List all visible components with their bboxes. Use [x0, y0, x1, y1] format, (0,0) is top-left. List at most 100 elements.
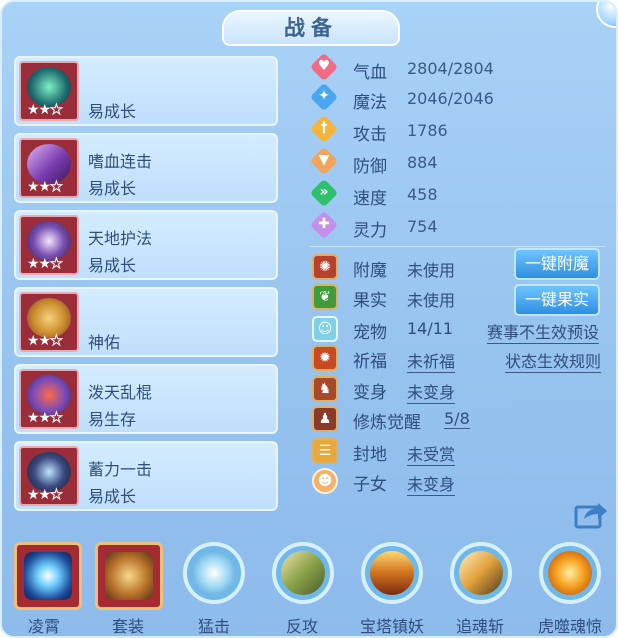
skill-label: 反攻	[286, 617, 319, 636]
fruit-icon: ❦	[312, 284, 338, 310]
skill-menji[interactable]	[183, 542, 245, 604]
extra-label: 宠物	[353, 323, 387, 343]
stat-label: 灵力	[353, 221, 387, 241]
fist-icon	[192, 551, 236, 595]
skill-baota[interactable]	[361, 542, 423, 604]
skill-attribute: 易成长	[88, 256, 137, 275]
skill-hushi[interactable]	[539, 542, 601, 604]
stat-label: 攻击	[353, 125, 387, 145]
counter-sword-icon	[281, 551, 325, 595]
pagoda-icon	[370, 551, 414, 595]
extra-value: 14/11	[407, 319, 454, 338]
extra-label: 附魔	[353, 261, 387, 281]
skill-label: 虎噬魂惊	[538, 617, 603, 636]
extra-label: 果实	[353, 291, 387, 311]
skill-card-6[interactable]: ★★★ 蓄力一击 易成长	[14, 441, 278, 511]
blessing-link[interactable]: 未祈福	[407, 348, 456, 373]
skill-orb-icon: ★★★	[19, 61, 79, 121]
skill-fangong[interactable]	[272, 542, 334, 604]
skill-zhuihun[interactable]	[450, 542, 512, 604]
heart-icon: ♥	[309, 52, 340, 84]
fief-scroll-icon: ☰	[312, 438, 338, 464]
stat-value: 884	[407, 153, 438, 172]
skill-name: 嗜血连击	[88, 152, 153, 171]
armor-set-icon	[105, 552, 153, 600]
skill-label: 宝塔镇妖	[360, 617, 425, 636]
blessing-icon: ✹	[312, 345, 338, 371]
extra-label: 封地	[353, 445, 387, 465]
chain-icon: ★★★	[19, 292, 79, 352]
child-icon: ☻	[312, 468, 338, 494]
stat-label: 魔法	[353, 93, 387, 113]
extra-label: 变身	[353, 383, 387, 403]
skill-name: 蓄力一击	[88, 460, 153, 479]
stat-value: 1786	[407, 121, 448, 140]
fief-link[interactable]: 未受赏	[407, 441, 456, 466]
stat-label: 气血	[353, 63, 387, 83]
enchant-icon: ✺	[312, 254, 338, 280]
skill-attribute: 易成长	[88, 102, 137, 121]
stat-label: 速度	[353, 189, 387, 209]
sword-icon: †	[309, 114, 340, 146]
extra-value: 未使用	[407, 291, 456, 310]
lingxiao-orb-icon	[24, 552, 72, 600]
skill-card-2[interactable]: ★★★ 嗜血连击 易成长	[14, 133, 278, 203]
skill-card-1[interactable]: ★★★ 易成长	[14, 56, 278, 126]
panel-title: 战备	[284, 16, 338, 40]
charge-strike-icon: ★★★	[19, 446, 79, 506]
skill-attribute: 易成长	[88, 179, 137, 198]
pet-avatar-icon: ☺	[312, 316, 338, 342]
extra-value: 未使用	[407, 261, 456, 280]
stat-value: 2804/2804	[407, 59, 494, 78]
tiger-icon	[548, 551, 592, 595]
mana-icon: ✦	[309, 82, 340, 114]
divider	[310, 246, 606, 247]
shield-icon: ▼	[309, 146, 340, 178]
equip-label[interactable]: 套装	[112, 613, 144, 636]
equip-label[interactable]: 凌霄	[28, 613, 60, 636]
skill-card-4[interactable]: ★★★ 神佑	[14, 287, 278, 357]
status-rules-link[interactable]: 状态生效规则	[505, 348, 602, 373]
extra-label: 修炼觉醒	[353, 413, 421, 433]
transform-icon: ♞	[312, 376, 338, 402]
stat-value: 754	[407, 217, 438, 236]
skill-attribute: 易成长	[88, 487, 137, 506]
bloodthirst-icon: ★★★	[19, 138, 79, 198]
equip-lingxiao[interactable]	[14, 542, 82, 610]
event-preset-link[interactable]: 赛事不生效预设	[487, 319, 600, 344]
equip-set[interactable]	[95, 542, 163, 610]
speed-icon: »	[309, 178, 340, 210]
star-rating: ★★★	[27, 487, 63, 504]
soul-slash-icon	[459, 551, 503, 595]
skill-label: 追魂斩	[456, 617, 505, 636]
close-orb-icon[interactable]	[596, 2, 616, 28]
auto-enchant-button[interactable]: 一键附魔	[514, 248, 600, 280]
cultivation-link[interactable]: 5/8	[444, 409, 470, 429]
cultivation-icon: ♟	[312, 406, 338, 432]
staff-icon: ★★★	[19, 369, 79, 429]
star-rating: ★★★	[27, 102, 63, 119]
star-rating: ★★★	[27, 410, 63, 427]
skill-name: 泼天乱棍	[88, 383, 153, 402]
star-rating: ★★★	[27, 179, 63, 196]
extra-label: 祈福	[353, 352, 387, 372]
skill-attribute: 易生存	[88, 410, 137, 429]
stat-label: 防御	[353, 157, 387, 177]
star-rating: ★★★	[27, 333, 63, 350]
skill-name: 天地护法	[88, 229, 153, 248]
guardian-icon: ★★★	[19, 215, 79, 275]
share-icon[interactable]	[574, 499, 608, 529]
skill-card-3[interactable]: ★★★ 天地护法 易成长	[14, 210, 278, 280]
transform-link[interactable]: 未变身	[407, 379, 456, 404]
skill-attribute: 神佑	[88, 333, 121, 352]
skill-card-5[interactable]: ★★★ 泼天乱棍 易生存	[14, 364, 278, 434]
skill-label: 猛击	[198, 617, 231, 636]
auto-fruit-button[interactable]: 一键果实	[514, 284, 600, 316]
title-bar: 战备	[222, 10, 400, 46]
children-link[interactable]: 未变身	[407, 471, 456, 496]
stat-value: 458	[407, 185, 438, 204]
extra-label: 子女	[353, 475, 387, 495]
battle-prep-panel: 战备 ★★★ 易成长 ★★★ 嗜血连击 易成长 ★★★ 天地护法 易成长 ★★★…	[0, 0, 618, 638]
stat-value: 2046/2046	[407, 89, 494, 108]
spirit-icon: ✚	[309, 210, 340, 242]
